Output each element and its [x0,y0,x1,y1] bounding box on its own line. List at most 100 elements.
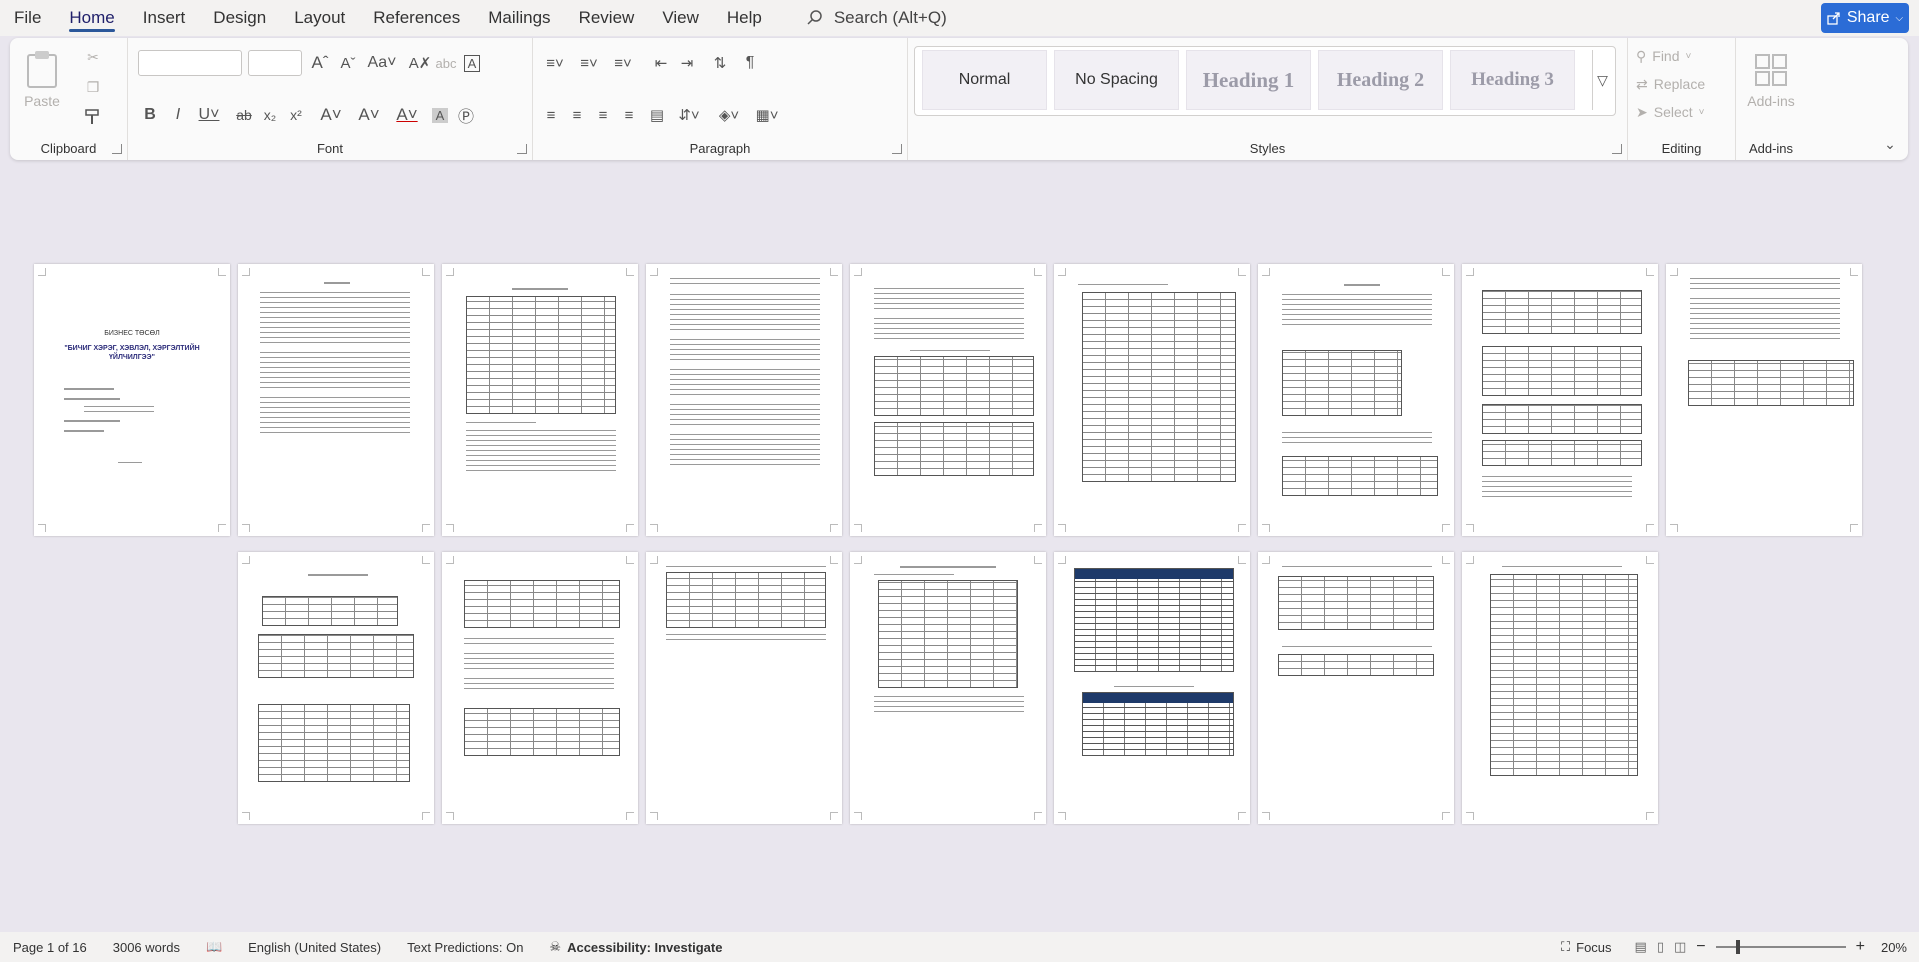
style-heading-3[interactable]: Heading 3 [1450,50,1575,110]
styles-more-icon[interactable]: ▽ [1592,50,1612,110]
search-box[interactable]: Search (Alt+Q) [806,8,947,28]
clipboard-launcher-icon[interactable] [112,144,122,154]
text-effects-small-icon[interactable]: abc [434,50,458,76]
page-14[interactable] [1054,552,1250,824]
page-13[interactable] [850,552,1046,824]
style-normal[interactable]: Normal [922,50,1047,110]
paragraph-launcher-icon[interactable] [892,144,902,154]
shrink-font-icon[interactable]: Aˇ [336,50,360,76]
find-button[interactable]: ⚲ Find ˅ [1636,44,1728,68]
page-15[interactable] [1258,552,1454,824]
read-mode-icon[interactable]: ▤ [1635,939,1647,955]
align-right-icon[interactable]: ≡ [591,102,615,128]
font-name-combo[interactable] [138,50,242,76]
cut-icon[interactable]: ✂ [82,46,104,68]
accessibility-button[interactable]: ☠ Accessibility: Investigate [536,939,735,955]
shading-icon[interactable]: ◈˅ [713,102,745,128]
bold-icon[interactable]: B [138,102,162,128]
page-12[interactable] [646,552,842,824]
share-button[interactable]: Share ⌵ [1821,3,1909,33]
increase-indent-icon[interactable]: ⇥ [675,50,699,76]
superscript-icon[interactable]: x² [284,102,308,128]
text-effects-icon[interactable]: A˅ [314,102,348,128]
tab-layout[interactable]: Layout [280,0,359,36]
replace-button[interactable]: ⇄ Replace [1636,72,1728,96]
page-7[interactable] [1258,264,1454,536]
grow-font-icon[interactable]: Aˆ [308,50,332,76]
collapse-ribbon-icon[interactable]: ⌄ [1880,134,1900,154]
italic-icon[interactable]: I [166,102,190,128]
character-shading-icon[interactable]: A [428,102,452,128]
zoom-slider[interactable] [1715,940,1846,954]
language-indicator[interactable]: English (United States) [235,940,394,955]
page-4[interactable] [646,264,842,536]
text-predictions[interactable]: Text Predictions: On [394,940,536,955]
page-16[interactable] [1462,552,1658,824]
tab-mailings[interactable]: Mailings [474,0,564,36]
style-no-spacing[interactable]: No Spacing [1054,50,1179,110]
tab-design[interactable]: Design [199,0,280,36]
zoom-slider-thumb[interactable] [1735,940,1740,954]
page-6[interactable] [1054,264,1250,536]
show-formatting-icon[interactable]: ¶ [737,50,763,76]
tab-help[interactable]: Help [713,0,776,36]
word-count[interactable]: 3006 words [100,940,193,955]
style-heading-1[interactable]: Heading 1 [1186,50,1311,110]
tab-home[interactable]: Home [55,0,128,36]
proofing-icon[interactable]: 📖 [193,939,235,955]
tab-file[interactable]: File [0,0,55,36]
page-8[interactable] [1462,264,1658,536]
editing-group: ⚲ Find ˅ ⇄ Replace ➤ Select ˅ Editing [1628,38,1736,160]
page-5[interactable] [850,264,1046,536]
borders-icon[interactable]: ▦˅ [751,102,783,128]
page-9[interactable] [1666,264,1862,536]
style-heading-2[interactable]: Heading 2 [1318,50,1443,110]
page-10[interactable] [238,552,434,824]
page-indicator[interactable]: Page 1 of 16 [0,940,100,955]
tab-review[interactable]: Review [565,0,649,36]
editing-label: Editing [1661,141,1702,156]
styles-launcher-icon[interactable] [1612,144,1622,154]
focus-button[interactable]: ⛶ Focus [1548,939,1625,955]
cursor-icon: ➤ [1636,103,1648,120]
tab-insert[interactable]: Insert [129,0,200,36]
zoom-out-button[interactable]: − [1696,938,1705,956]
sort-icon[interactable]: ⇅ [707,50,733,76]
copy-icon[interactable]: ❐ [82,76,104,98]
format-painter-icon[interactable] [82,106,104,128]
enclose-characters-icon[interactable]: Ⓟ [454,102,478,128]
tab-view[interactable]: View [648,0,713,36]
web-layout-icon[interactable]: ◫ [1674,939,1686,955]
zoom-in-button[interactable]: + [1856,938,1865,956]
decrease-indent-icon[interactable]: ⇤ [649,50,673,76]
clear-formatting-icon[interactable]: A✗ [408,50,432,76]
tab-references[interactable]: References [359,0,474,36]
print-layout-icon[interactable]: ▯ [1657,939,1664,955]
character-border-icon[interactable]: A [460,50,484,76]
align-center-icon[interactable]: ≡ [565,102,589,128]
zoom-level[interactable]: 20% [1881,940,1907,955]
align-left-icon[interactable]: ≡ [539,102,563,128]
distributed-icon[interactable]: ▤ [645,102,669,128]
page-3[interactable] [442,264,638,536]
underline-icon[interactable]: U˅ [192,102,226,128]
highlight-color-icon[interactable]: A˅ [352,102,386,128]
paste-button[interactable]: Paste [22,44,62,114]
bullets-icon[interactable]: ≡˅ [539,50,571,76]
chevron-down-icon[interactable]: ⌵ [1896,13,1904,24]
strikethrough-icon[interactable]: ab [232,102,256,128]
select-button[interactable]: ➤ Select ˅ [1636,100,1728,124]
font-size-combo[interactable] [248,50,302,76]
line-spacing-icon[interactable]: ⇵˅ [673,102,705,128]
addins-button[interactable]: Add-ins [1744,46,1798,116]
multilevel-list-icon[interactable]: ≡˅ [607,50,639,76]
page-11[interactable] [442,552,638,824]
subscript-icon[interactable]: x₂ [258,102,282,128]
font-color-icon[interactable]: A˅ [390,102,424,128]
change-case-icon[interactable]: Aa˅ [366,50,398,76]
numbering-icon[interactable]: ≡˅ [573,50,605,76]
font-launcher-icon[interactable] [517,144,527,154]
page-1[interactable]: БИЗНЕС ТӨСӨЛ "БИЧИГ ХЭРЭГ, ХЭВЛЭЛ, ХЭРГЭ… [34,264,230,536]
justify-icon[interactable]: ≡ [617,102,641,128]
page-2[interactable] [238,264,434,536]
